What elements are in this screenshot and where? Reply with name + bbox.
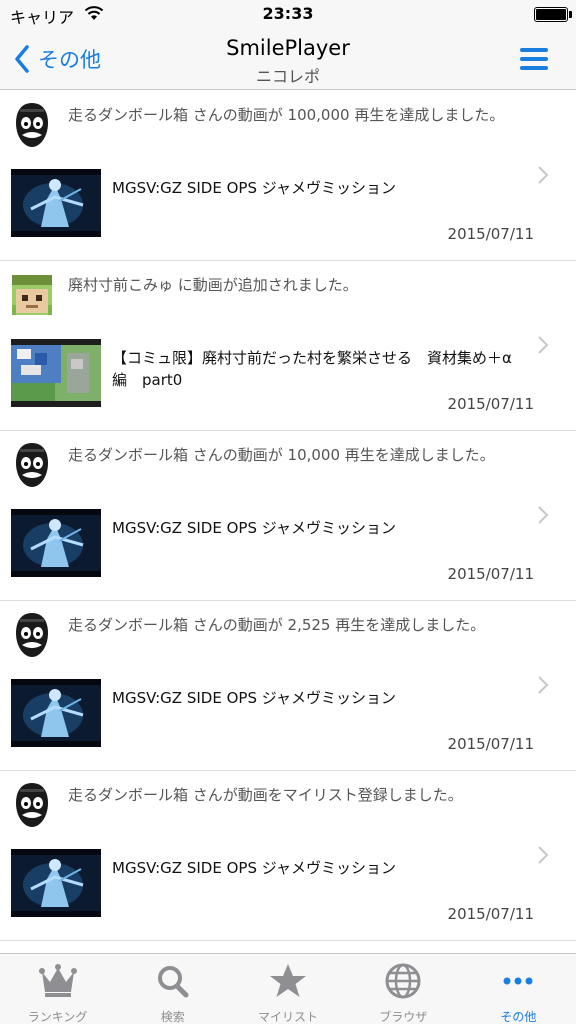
tab-star[interactable]: マイリスト [230, 954, 345, 1024]
mask-avatar[interactable] [12, 101, 52, 149]
tab-label: 検索 [160, 1010, 185, 1024]
feed-item[interactable]: 走るダンボール箱 さんの動画が 100,000 再生を達成しました。 MGSV:G… [0, 91, 576, 261]
navigation-bar: その他 SmilePlayer ニコレポ [0, 30, 576, 90]
post-date: 2015/07/11 [447, 735, 534, 753]
video-title: MGSV:GZ SIDE OPS ジャメヴミッション [112, 689, 396, 707]
video-thumbnail [11, 509, 101, 577]
post-date: 2015/07/11 [447, 395, 534, 413]
feed-item-partial[interactable] [0, 941, 576, 953]
feed-item[interactable]: 走るダンボール箱 さんが動画をマイリスト登録しました。 MGSV:GZ SIDE … [0, 771, 576, 941]
video-thumbnail [11, 679, 101, 747]
video-title: MGSV:GZ SIDE OPS ジャメヴミッション [112, 519, 396, 537]
mask-avatar[interactable] [12, 441, 52, 489]
video-title: MGSV:GZ SIDE OPS ジャメヴミッション [112, 859, 396, 877]
chevron-right-icon [537, 505, 549, 529]
minecraft-avatar[interactable] [12, 271, 56, 319]
tab-bar: ランキング 検索 マイリスト ブラウザ その他 [0, 953, 576, 1024]
video-thumbnail [11, 339, 101, 407]
chevron-right-icon [537, 675, 549, 699]
globe-icon [383, 962, 423, 1004]
feed-message: 走るダンボール箱 さんが動画をマイリスト登録しました。 [68, 786, 463, 804]
tab-label: マイリスト [258, 1010, 319, 1024]
chevron-right-icon [537, 165, 549, 189]
tab-label: ランキング [27, 1010, 88, 1024]
mask-avatar[interactable] [12, 611, 52, 659]
post-date: 2015/07/11 [447, 565, 534, 583]
tab-label: その他 [500, 1010, 537, 1024]
hamburger-menu-icon[interactable] [520, 46, 550, 72]
battery-icon [534, 7, 568, 22]
battery-tip [569, 11, 572, 18]
chevron-right-icon [537, 335, 549, 359]
feed-item[interactable]: 走るダンボール箱 さんの動画が 2,525 再生を達成しました。 MGSV:GZ … [0, 601, 576, 771]
tab-search[interactable]: 検索 [115, 954, 230, 1024]
feed-message: 走るダンボール箱 さんの動画が 100,000 再生を達成しました。 [68, 106, 505, 124]
status-bar: キャリア 23:33 [0, 0, 576, 30]
star-icon [268, 962, 308, 1004]
tab-more[interactable]: その他 [461, 954, 576, 1024]
video-title: 【コミュ限】廃村寸前だった村を繁栄させる 資材集め＋α編 part0 [112, 349, 512, 389]
more-icon [498, 962, 538, 1004]
page-subtitle: ニコレポ [255, 67, 320, 86]
video-thumbnail [11, 169, 101, 237]
page-title: SmilePlayer [226, 36, 350, 60]
feed-message: 走るダンボール箱 さんの動画が 10,000 再生を達成しました。 [68, 446, 495, 464]
feed-item[interactable]: 走るダンボール箱 さんの動画が 10,000 再生を達成しました。 MGSV:GZ… [0, 431, 576, 601]
video-thumbnail [11, 849, 101, 917]
chevron-right-icon [537, 845, 549, 869]
nicorepo-feed: 走るダンボール箱 さんの動画が 100,000 再生を達成しました。 MGSV:G… [0, 91, 576, 953]
mask-avatar[interactable] [12, 781, 52, 829]
post-date: 2015/07/11 [447, 905, 534, 923]
search-icon [153, 962, 193, 1004]
crown-icon [38, 962, 78, 1004]
status-time: 23:33 [262, 4, 314, 23]
tab-crown[interactable]: ランキング [0, 954, 115, 1024]
post-date: 2015/07/11 [447, 225, 534, 243]
tab-label: ブラウザ [379, 1010, 428, 1024]
video-title: MGSV:GZ SIDE OPS ジャメヴミッション [112, 179, 396, 197]
feed-message: 走るダンボール箱 さんの動画が 2,525 再生を達成しました。 [68, 616, 486, 634]
feed-message: 廃村寸前こみゅ に動画が追加されました。 [68, 276, 358, 294]
feed-item[interactable]: 廃村寸前こみゅ に動画が追加されました。【コミュ限】廃村寸前だった村を繁栄させる… [0, 261, 576, 431]
tab-globe[interactable]: ブラウザ [346, 954, 461, 1024]
